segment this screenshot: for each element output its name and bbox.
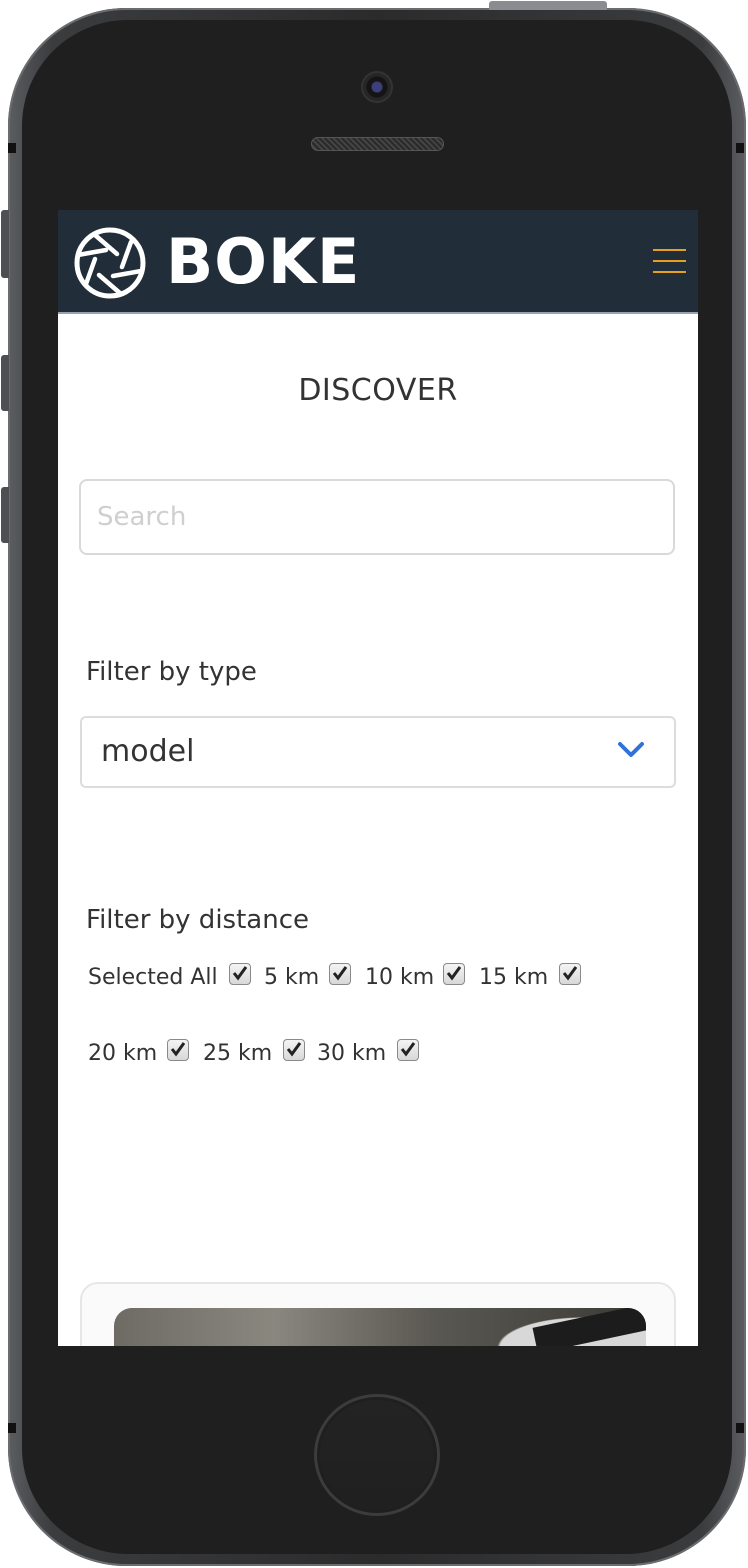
antenna-band — [736, 1423, 744, 1433]
distance-option-label-30km: 30 km — [317, 1041, 387, 1066]
search-input[interactable] — [79, 479, 675, 555]
navbar: BOKE — [58, 210, 698, 314]
type-select[interactable]: model — [80, 716, 676, 788]
type-select-value: model — [101, 734, 195, 769]
checkmark-icon — [562, 966, 578, 981]
page-title: DISCOVER — [298, 373, 458, 408]
checkmark-icon — [332, 966, 348, 981]
result-card-photo[interactable] — [114, 1308, 646, 1346]
earpiece-speaker — [311, 137, 444, 151]
distance-option-label-15km: 15 km — [479, 965, 549, 990]
distance-checkbox-20km[interactable] — [167, 1039, 189, 1061]
antenna-band — [8, 143, 16, 153]
antenna-band — [8, 1423, 16, 1433]
distance-option-label-10km: 10 km — [365, 965, 435, 990]
chevron-down-icon — [618, 742, 644, 757]
distance-option-label-25km: 25 km — [203, 1041, 273, 1066]
distance-checkbox-10km[interactable] — [443, 963, 465, 985]
home-button[interactable] — [314, 1394, 440, 1516]
volume-up-button — [1, 355, 9, 411]
aperture-icon[interactable] — [73, 226, 147, 300]
checkmark-icon — [170, 1042, 186, 1057]
screen: BOKE DISCOVER Filter by type model Filte… — [58, 210, 698, 1346]
brand-logo-text[interactable]: BOKE — [166, 224, 360, 300]
front-camera — [361, 71, 393, 103]
distance-option-label-5km: 5 km — [264, 965, 320, 990]
distance-checkbox-all[interactable] — [229, 963, 251, 985]
filter-type-label: Filter by type — [86, 657, 257, 687]
filter-distance-label: Filter by distance — [86, 905, 309, 935]
distance-checkbox-5km[interactable] — [329, 963, 351, 985]
distance-checkbox-15km[interactable] — [559, 963, 581, 985]
mute-switch — [1, 210, 9, 278]
result-card[interactable] — [80, 1282, 676, 1346]
volume-down-button — [1, 487, 9, 543]
distance-checkbox-25km[interactable] — [283, 1039, 305, 1061]
hamburger-menu-icon[interactable] — [653, 249, 687, 275]
checkmark-icon — [232, 966, 248, 981]
checkmark-icon — [286, 1042, 302, 1057]
power-button — [489, 1, 607, 10]
checkmark-icon — [446, 966, 462, 981]
distance-checkbox-30km[interactable] — [397, 1039, 419, 1061]
distance-option-label-20km: 20 km — [88, 1041, 158, 1066]
distance-option-label-all: Selected All — [88, 965, 218, 990]
checkmark-icon — [400, 1042, 416, 1057]
antenna-band — [736, 143, 744, 153]
